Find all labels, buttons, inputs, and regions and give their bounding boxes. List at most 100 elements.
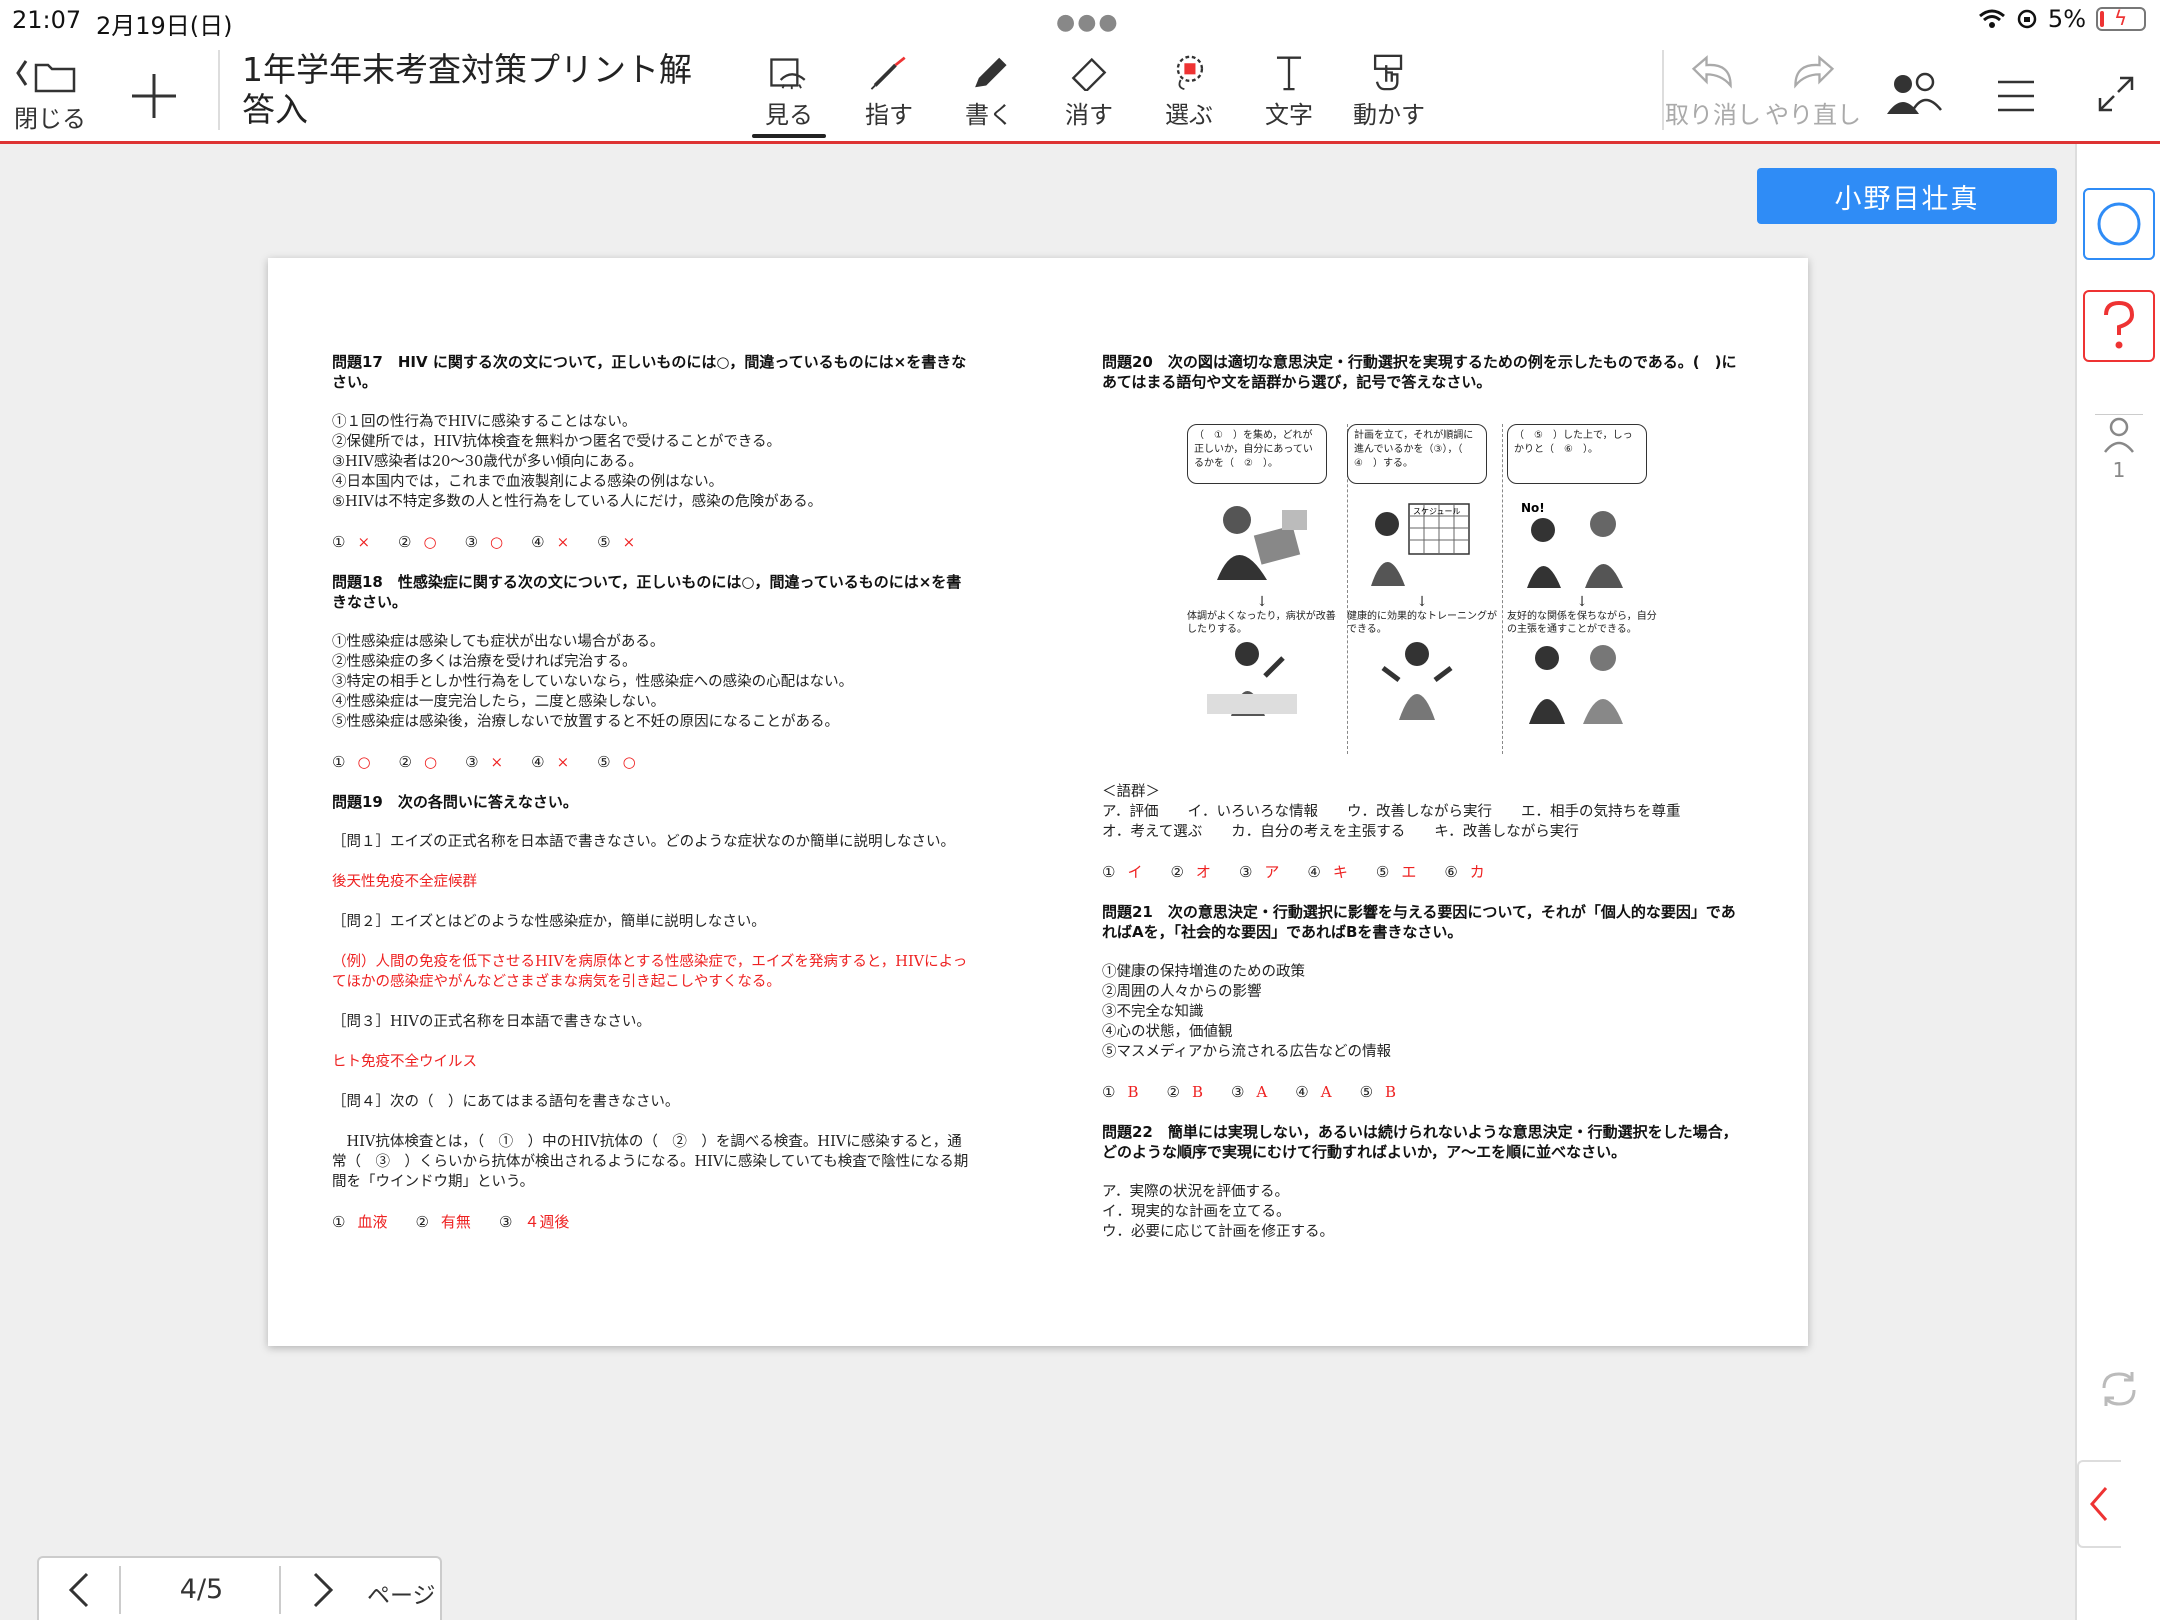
list-item: ①１回の性行為でHIVに感染することはない。: [332, 414, 637, 430]
tool-select[interactable]: 選ぶ: [1152, 54, 1226, 130]
sub-question: ［問２］エイズとはどのような性感染症か，簡単に説明しなさい。: [332, 914, 766, 930]
battery-icon: ϟ: [2096, 6, 2146, 31]
answer-value: ４週後: [524, 1213, 570, 1231]
schedule-label: スケジュール: [1413, 507, 1460, 516]
answer-value: イ: [1127, 863, 1143, 881]
answer-value: ×: [556, 753, 570, 771]
illustration-panel: （ ① ）を集め，どれが正しいか，自分にあっているかを（ ② ）。 ↓ 体調がよ…: [1187, 424, 1337, 754]
back-folder-icon: [16, 60, 76, 93]
speech-bubble: （ ⑤ ）した上で，しっかりと（ ⑥ ）。: [1507, 424, 1647, 484]
list-item: ③特定の相手としか性行為をしていないなら，性感染症への感染の心配はない。: [332, 674, 854, 690]
q19-answers: ① 血液 ② 有無 ③ ４週後: [332, 1213, 570, 1231]
answer-value: B: [1127, 1083, 1139, 1101]
q17-answers: ① × ② ○ ③ ○ ④ × ⑤ ×: [332, 533, 636, 551]
answer-text: （例）人間の免疫を低下させるHIVを病原体とする性感染症で，エイズを発病すると，…: [332, 954, 968, 990]
hamburger-menu-icon: [1998, 80, 2034, 112]
collapse-panel-button[interactable]: [2077, 1460, 2121, 1548]
menu-button[interactable]: [1994, 70, 2038, 114]
add-button[interactable]: [124, 62, 184, 122]
pen-icon: [975, 57, 1007, 88]
answer-value: ×: [357, 533, 371, 551]
answer-value: ○: [357, 753, 371, 771]
status-date: 2月19日(日): [96, 12, 233, 40]
speech-bubble: （ ① ）を集め，どれが正しいか，自分にあっているかを（ ② ）。: [1187, 424, 1327, 484]
page-indicator[interactable]: 4/5: [139, 1574, 264, 1605]
orientation-lock-icon: [2017, 9, 2037, 29]
q20-answers: ①イ ②オ ③ア ④キ ⑤エ ⑥カ: [1102, 863, 1485, 881]
list-item: ②周囲の人々からの影響: [1102, 984, 1262, 1000]
answer-value: ○: [424, 753, 438, 771]
move-hand-icon: [1373, 54, 1403, 91]
illustration-caption: 体調がよくなったり，病状が改善したりする。: [1187, 611, 1336, 635]
sub-question: ［問３］HIVの正式名称を日本語で書きなさい。: [332, 1014, 651, 1030]
left-column: 問題17 HIV に関する次の文について，正しいものには○，間違っているものには…: [332, 352, 972, 1232]
list-item: ⑤性感染症は感染後，治療しないで放置すると不妊の原因になることがある。: [332, 714, 840, 730]
fullscreen-button[interactable]: [2094, 70, 2138, 114]
tool-erase[interactable]: 消す: [1052, 54, 1126, 130]
circle-icon: [2097, 202, 2141, 246]
participant-count[interactable]: 1: [2091, 416, 2147, 482]
toolbar-divider: [1662, 50, 1664, 130]
close-button[interactable]: 閉じる: [14, 48, 94, 134]
user-name-button[interactable]: 小野目壮真: [1757, 168, 2057, 224]
tool-view[interactable]: 見る: [752, 54, 826, 138]
previous-page-button[interactable]: [59, 1570, 99, 1610]
list-item: ②保健所では，HIV抗体検査を無料かつ匿名で受けることができる。: [332, 434, 782, 450]
participant-count-value: 1: [2112, 458, 2126, 482]
tool-erase-label: 消す: [1065, 101, 1113, 129]
circle-answer-button[interactable]: [2083, 188, 2155, 260]
answer-value: B: [1385, 1083, 1397, 1101]
active-tool-indicator: [752, 134, 826, 138]
answer-value: キ: [1332, 863, 1348, 881]
list-item: ③不完全な知識: [1102, 1004, 1204, 1020]
answer-value: ×: [556, 533, 570, 551]
sync-icon: [2102, 1372, 2136, 1406]
q21-answers: ①B ②B ③A ④A ⑤B: [1102, 1083, 1397, 1101]
list-item: ①健康の保持増進のための政策: [1102, 964, 1305, 980]
undo-button[interactable]: 取り消し: [1665, 54, 1761, 130]
undo-icon: [1691, 55, 1732, 89]
tool-write[interactable]: 書く: [952, 54, 1026, 130]
page-label: ページ: [367, 1583, 436, 1609]
answer-value: 血液: [357, 1213, 388, 1231]
speech-bubble: 計画を立て，それが順調に進んでいるかを（③），（ ④ ）する。: [1347, 424, 1487, 484]
sync-button[interactable]: [2095, 1364, 2143, 1412]
chevron-right-icon: [313, 1572, 334, 1608]
tool-move[interactable]: 動かす: [1352, 54, 1426, 130]
battery-percent: 5%: [2047, 5, 2086, 33]
answer-value: ×: [622, 533, 636, 551]
question-19-title: 問題19 次の各問いに答えなさい。: [332, 793, 578, 811]
multitasking-dots-icon[interactable]: ●●●: [1056, 10, 1120, 35]
answer-value: A: [1320, 1083, 1332, 1101]
eraser-icon: [1071, 57, 1107, 91]
person-planning-image: スケジュール: [1371, 503, 1470, 586]
two-people-talking-image: No!: [1521, 501, 1623, 588]
friendly-people-image: [1529, 645, 1623, 724]
no-bubble-text: No!: [1521, 501, 1545, 515]
redo-button[interactable]: やり直し: [1765, 54, 1861, 130]
tool-text[interactable]: 文字: [1252, 54, 1326, 130]
expand-icon: [2098, 76, 2134, 112]
list-item: ウ．必要に応じて計画を修正する。: [1102, 1224, 1334, 1240]
next-page-button[interactable]: [303, 1570, 343, 1610]
answer-value: エ: [1401, 863, 1417, 881]
text-icon: [1276, 56, 1302, 91]
question-button[interactable]: [2083, 290, 2155, 362]
tool-text-label: 文字: [1265, 101, 1313, 129]
laser-pointer-icon: [870, 56, 906, 90]
sub-question: ［問１］エイズの正式名称を日本語で書きなさい。どのような症状なのか簡単に説明しな…: [332, 834, 956, 850]
redo-label: やり直し: [1765, 101, 1861, 129]
tool-point[interactable]: 指す: [852, 54, 926, 130]
participants-button[interactable]: [1884, 64, 1944, 116]
illustration-panel: 計画を立て，それが順調に進んでいるかを（③），（ ④ ）する。 スケジュール ↓…: [1347, 424, 1497, 754]
people-icon: [1887, 72, 1942, 114]
decision-making-illustration: （ ① ）を集め，どれが正しいか，自分にあっているかを（ ② ）。 ↓ 体調がよ…: [1187, 424, 1657, 754]
answer-value: オ: [1195, 863, 1211, 881]
answer-text: ヒト免疫不全ウイルス: [332, 1054, 477, 1070]
question-21-title: 問題21 次の意思決定・行動選択に影響を与える要因について，それが「個人的な要因…: [1102, 903, 1736, 941]
illustration-caption: 健康的に効果的なトレーニングができる。: [1347, 611, 1497, 635]
tool-write-label: 書く: [965, 101, 1013, 129]
document-page[interactable]: 問題17 HIV に関する次の文について，正しいものには○，間違っているものには…: [268, 258, 1808, 1346]
exercising-person-image: [1381, 642, 1453, 720]
sub-question: ［問４］次の（ ）にあてはまる語句を書きなさい。: [332, 1094, 680, 1110]
